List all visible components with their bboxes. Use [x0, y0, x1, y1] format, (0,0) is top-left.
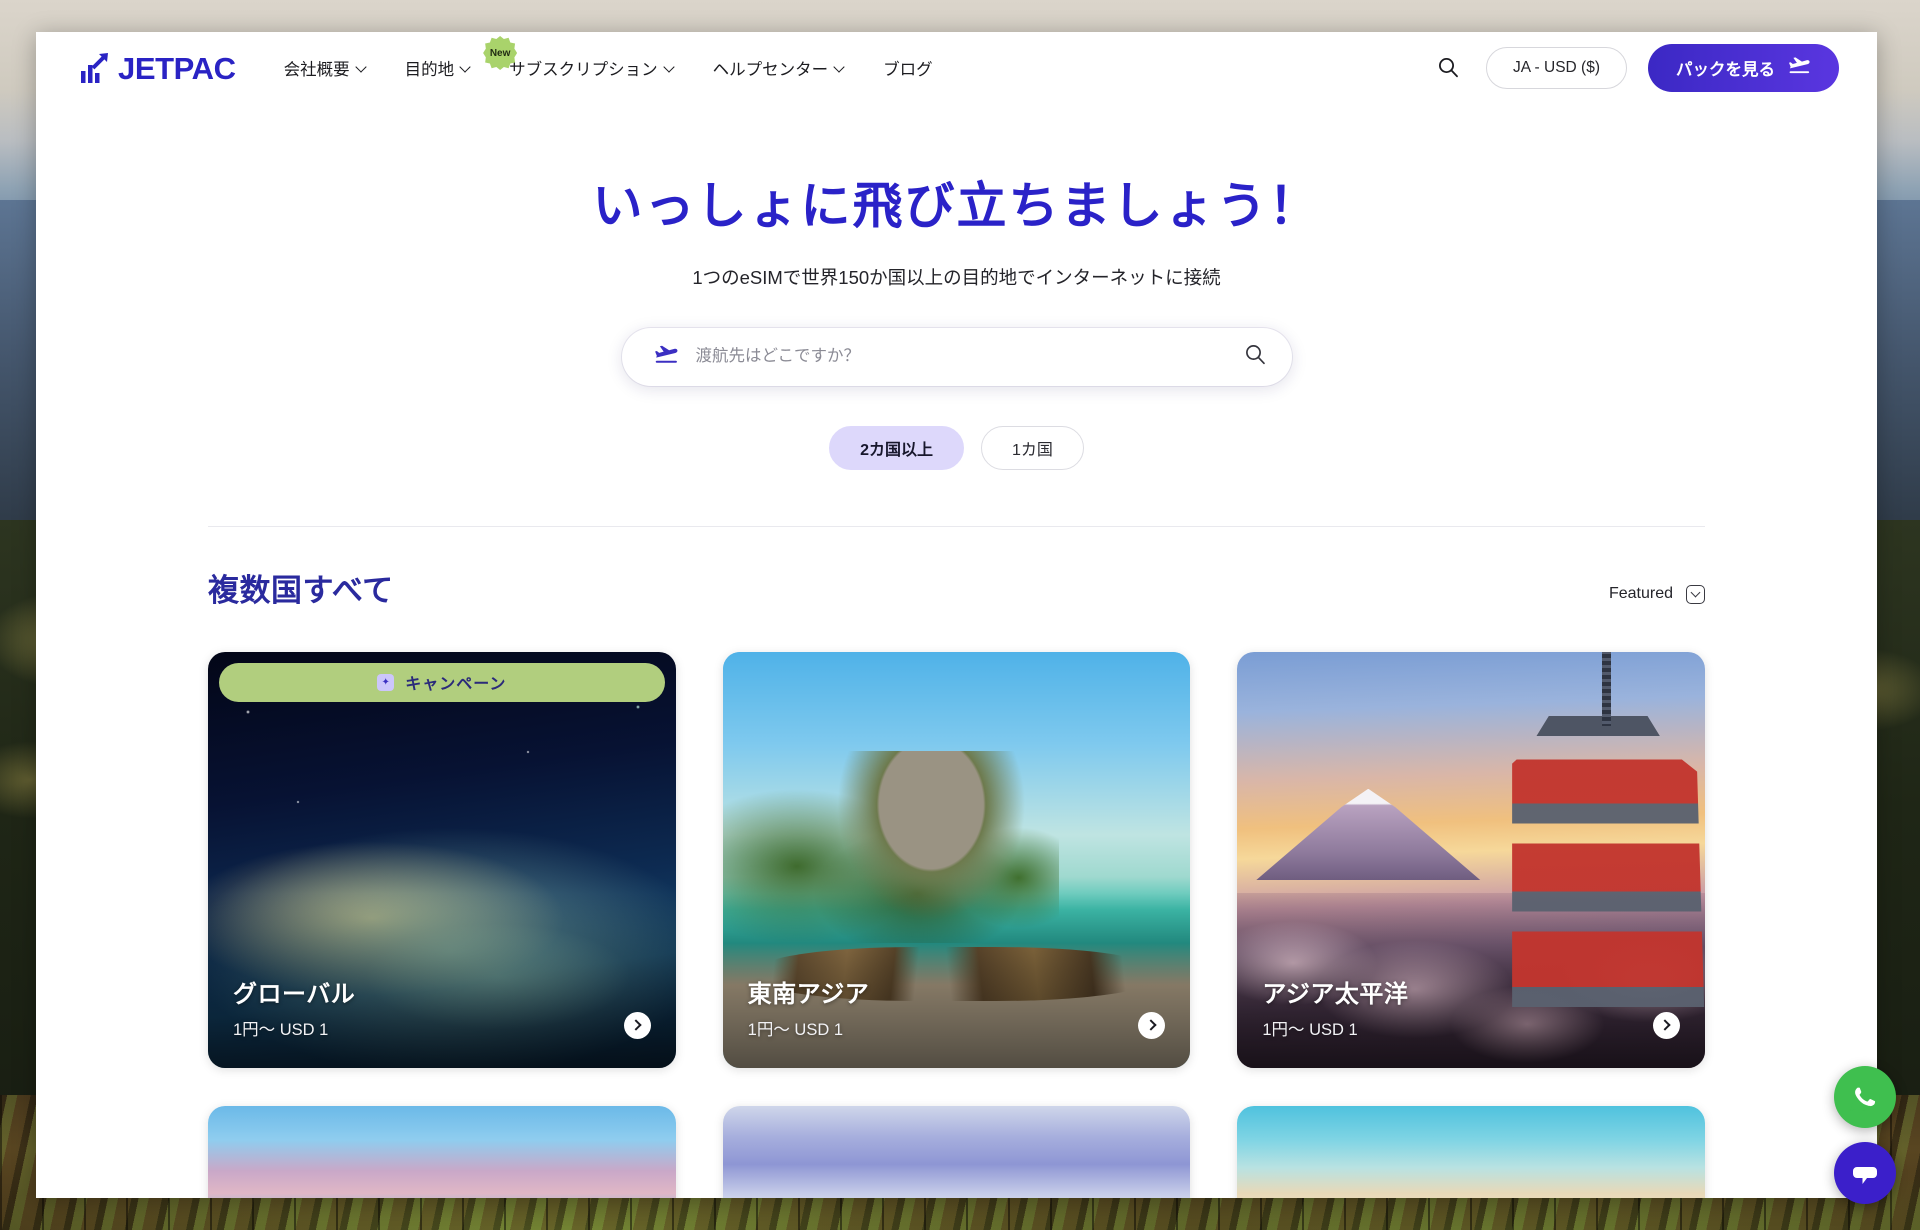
- promo-label: キャンペーン: [405, 676, 507, 693]
- chat-widget-button[interactable]: [1834, 1142, 1896, 1204]
- plane-landing-icon: [1788, 56, 1811, 80]
- nav-item-help-center[interactable]: ヘルプセンター: [713, 56, 846, 80]
- card-price: 1円〜 USD 1: [233, 1020, 329, 1039]
- filter-pill-multi-country[interactable]: 2カ国以上: [829, 425, 964, 470]
- chat-bubble-icon: [1849, 1156, 1881, 1191]
- arrow-right-circle-icon[interactable]: [623, 1011, 651, 1039]
- chevron-down-icon: [834, 62, 845, 73]
- nav-item-destinations[interactable]: 目的地: [405, 56, 472, 80]
- search-input[interactable]: [695, 347, 1227, 366]
- nav-label: 目的地: [404, 61, 455, 79]
- destination-card-southeast-asia[interactable]: 東南アジア 1円〜 USD 1: [722, 651, 1191, 1068]
- destination-search-bar[interactable]: [621, 327, 1292, 386]
- bar-chart-arrow-icon: [80, 52, 114, 84]
- nav-label: ブログ: [883, 61, 933, 79]
- sort-dropdown[interactable]: Featured: [1608, 584, 1705, 610]
- destination-card-row2-1[interactable]: [208, 1105, 676, 1198]
- destination-card-asia-pacific[interactable]: アジア太平洋 1円〜 USD 1: [1237, 651, 1705, 1068]
- sort-label: Featured: [1608, 585, 1673, 602]
- webpage-viewport: JETPAC 会社概要 目的地 New サブスクリプション ヘルプセンター ブロ…: [36, 32, 1877, 1198]
- nav-label: 会社概要: [283, 61, 350, 79]
- destination-card-row2-3[interactable]: [1237, 1105, 1705, 1198]
- nav-item-blog[interactable]: ブログ: [883, 56, 933, 80]
- arrow-right-circle-icon[interactable]: [1138, 1011, 1166, 1039]
- hero-subtitle: 1つのeSIMで世界150か国以上の目的地でインターネットに接続: [692, 266, 1221, 288]
- chevron-down-icon: [664, 62, 675, 73]
- search-icon: [1437, 56, 1459, 81]
- section-divider: [208, 525, 1705, 527]
- destination-card-row2-2[interactable]: [722, 1105, 1191, 1198]
- brand-logo[interactable]: JETPAC: [80, 52, 236, 84]
- section-title: 複数国すべて: [208, 572, 394, 608]
- section-header: 複数国すべて Featured: [208, 565, 1705, 610]
- destination-card-global[interactable]: ✦ キャンペーン グローバル 1円〜 USD 1: [208, 651, 676, 1068]
- country-count-filter: 2カ国以上 1カ国: [36, 425, 1877, 470]
- view-packs-button[interactable]: パックを見る: [1648, 44, 1839, 92]
- card-text-block: グローバル 1円〜 USD 1: [233, 974, 651, 1040]
- header-actions: JA - USD ($) パックを見る: [1431, 44, 1839, 92]
- tag-icon: ✦: [377, 673, 395, 691]
- card-image-partial: [722, 1105, 1191, 1198]
- header-search-button[interactable]: [1431, 51, 1465, 85]
- nav-item-subscription[interactable]: New サブスクリプション: [483, 36, 675, 80]
- brand-name: JETPAC: [118, 50, 236, 86]
- nav-label: サブスクリプション: [509, 61, 658, 79]
- nav-item-about[interactable]: 会社概要: [284, 56, 367, 80]
- nav-label: ヘルプセンター: [712, 61, 829, 79]
- site-header: JETPAC 会社概要 目的地 New サブスクリプション ヘルプセンター ブロ…: [36, 32, 1877, 104]
- search-icon[interactable]: [1244, 343, 1266, 370]
- card-image-partial: [208, 1105, 676, 1198]
- card-title: グローバル: [233, 980, 356, 1008]
- hero-section: いっしょに飛び立ちましょう！ 1つのeSIMで世界150か国以上の目的地でインタ…: [36, 104, 1877, 470]
- card-price: 1円〜 USD 1: [747, 1020, 844, 1039]
- card-title: 東南アジア: [747, 980, 870, 1008]
- destination-card-grid: ✦ キャンペーン グローバル 1円〜 USD 1 東南アジア 1円〜 USD 1: [208, 651, 1705, 1198]
- chevron-down-icon: [460, 62, 471, 73]
- page-title: いっしょに飛び立ちましょう！: [592, 178, 1321, 234]
- whatsapp-icon: [1847, 1078, 1883, 1117]
- promo-banner: ✦ キャンペーン: [219, 662, 665, 702]
- cta-label: パックを見る: [1676, 61, 1775, 79]
- floating-contact-buttons: [1834, 1066, 1896, 1204]
- primary-navigation: 会社概要 目的地 New サブスクリプション ヘルプセンター ブログ: [284, 36, 933, 80]
- currency-language-selector[interactable]: JA - USD ($): [1486, 47, 1627, 89]
- filter-pill-single-country[interactable]: 1カ国: [981, 425, 1084, 470]
- card-text-block: 東南アジア 1円〜 USD 1: [748, 974, 1166, 1040]
- chevron-down-icon: [356, 62, 367, 73]
- card-image-partial: [1237, 1105, 1705, 1198]
- chevron-down-boxed-icon: [1686, 584, 1705, 604]
- plane-landing-icon: [654, 344, 679, 370]
- whatsapp-button[interactable]: [1834, 1066, 1896, 1128]
